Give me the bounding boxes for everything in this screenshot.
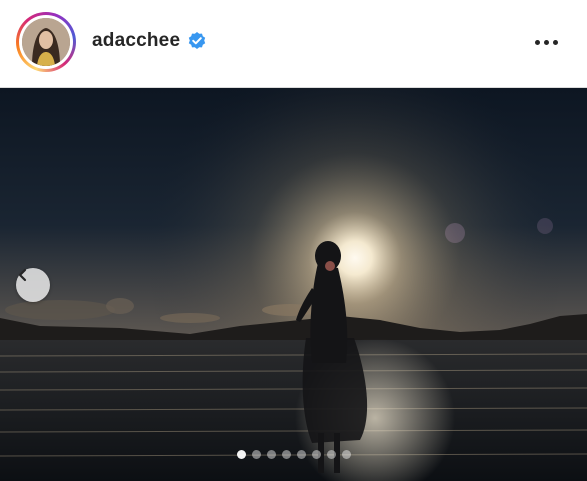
- carousel-dot: [296, 450, 306, 459]
- more-dot: [552, 39, 558, 45]
- carousel-dot: [341, 450, 351, 459]
- carousel-dot: [311, 450, 321, 459]
- carousel-dot: [326, 450, 336, 459]
- post-photo[interactable]: [0, 88, 587, 481]
- carousel-prev-button[interactable]: [16, 268, 50, 302]
- verified-badge-icon: [188, 32, 206, 49]
- chevron-left-icon: [18, 268, 27, 282]
- avatar[interactable]: [22, 18, 70, 66]
- avatar-frame: [19, 15, 73, 69]
- carousel-dot: [251, 450, 261, 459]
- more-dot: [534, 39, 540, 45]
- username[interactable]: adacchee: [92, 30, 180, 52]
- story-ring[interactable]: [16, 12, 76, 72]
- carousel-dot: [236, 450, 246, 459]
- more-options-button[interactable]: [530, 30, 562, 54]
- carousel-dot: [266, 450, 276, 459]
- sunset-beach-image: [0, 88, 587, 481]
- post-header: adacchee: [0, 0, 587, 88]
- carousel-indicator: [0, 450, 587, 460]
- carousel-dot: [281, 450, 291, 459]
- more-dot: [543, 39, 549, 45]
